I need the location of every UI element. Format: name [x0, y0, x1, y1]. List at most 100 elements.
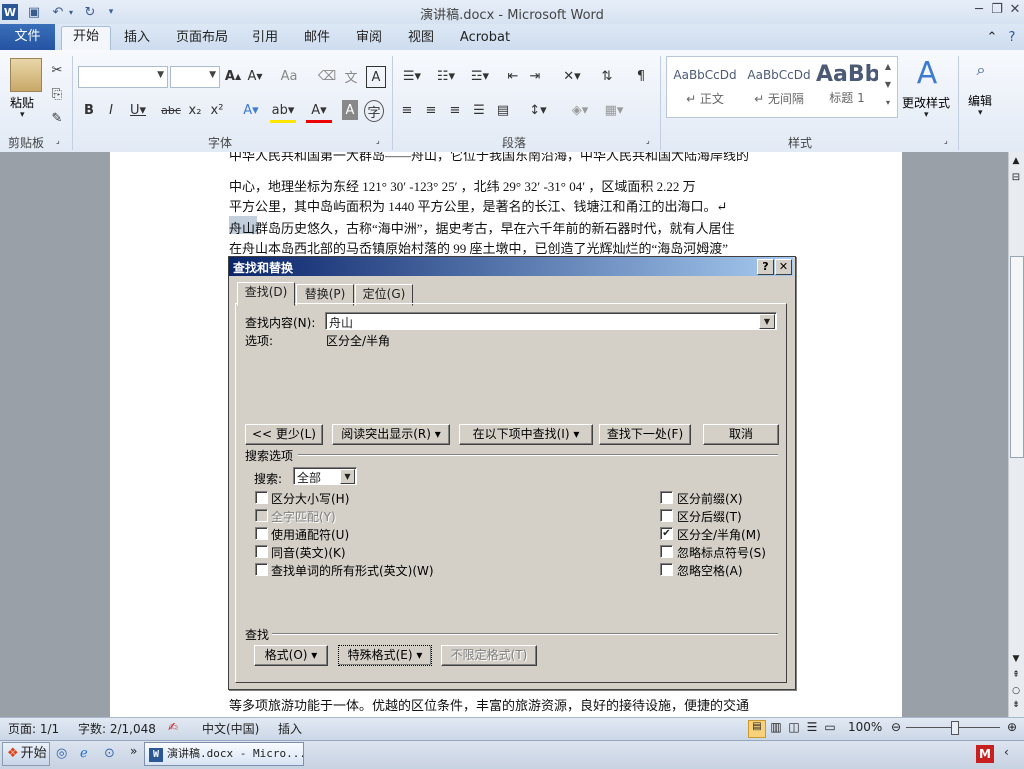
- collapse-ribbon-icon[interactable]: ⌃: [984, 28, 1000, 50]
- dialog-close-button[interactable]: ✕: [775, 259, 792, 275]
- justify-icon[interactable]: ☰: [470, 100, 488, 120]
- proofing-icon[interactable]: ✍: [168, 720, 186, 736]
- help-icon[interactable]: ?: [1004, 28, 1020, 50]
- highlight-icon[interactable]: ab▾: [270, 100, 296, 123]
- chevron-down-icon[interactable]: ▼: [340, 469, 355, 484]
- increase-indent-icon[interactable]: ⇥: [526, 66, 544, 86]
- decrease-indent-icon[interactable]: ⇤: [504, 66, 522, 86]
- search-direction-select[interactable]: 全部 ▼: [293, 467, 357, 485]
- enclose-char-icon[interactable]: 字: [364, 100, 384, 122]
- strikethrough-icon[interactable]: abc: [160, 100, 182, 120]
- next-page-icon[interactable]: ⇟: [1010, 700, 1022, 710]
- change-styles-dropdown-icon[interactable]: ▾: [924, 110, 929, 120]
- scroll-thumb[interactable]: [1010, 256, 1024, 458]
- close-window-icon[interactable]: ✕: [1006, 2, 1024, 20]
- shrink-font-icon[interactable]: A ▼: [246, 66, 264, 86]
- minimize-icon[interactable]: ─: [970, 2, 988, 20]
- match-width-label[interactable]: 区分全/半角(M): [677, 526, 761, 543]
- scroll-down-icon[interactable]: ▼: [1010, 654, 1022, 664]
- reading-highlight-button[interactable]: 阅读突出显示(R) ▾: [332, 424, 450, 445]
- zoom-out-icon[interactable]: ⊖: [888, 720, 904, 736]
- find-in-button[interactable]: 在以下项中查找(I) ▾: [459, 424, 593, 445]
- word-count[interactable]: 字数: 2/1,048: [78, 720, 156, 736]
- redo-icon[interactable]: ↻: [82, 3, 98, 21]
- less-button[interactable]: << 更少(L): [245, 424, 323, 445]
- sounds-like-label[interactable]: 同音(英文)(K): [271, 544, 346, 561]
- tab-home[interactable]: 开始: [61, 26, 111, 52]
- bullets-icon[interactable]: ☰▾: [398, 66, 426, 86]
- ruler-toggle-icon[interactable]: ⊟: [1010, 172, 1022, 184]
- start-button[interactable]: ❖ 开始: [2, 742, 50, 766]
- browser-icon[interactable]: ℯ: [80, 746, 96, 762]
- ignore-punctuation-checkbox[interactable]: [660, 545, 673, 558]
- find-what-input[interactable]: 舟山 ▼: [325, 312, 777, 330]
- edit-label[interactable]: 编辑: [968, 92, 992, 109]
- underline-icon[interactable]: U▾: [126, 100, 150, 120]
- save-icon[interactable]: ▣: [26, 3, 42, 21]
- change-styles-label[interactable]: 更改样式: [902, 94, 950, 111]
- distributed-icon[interactable]: ▤: [494, 100, 512, 120]
- char-shading-icon[interactable]: A: [342, 100, 358, 120]
- match-prefix-label[interactable]: 区分前缀(X): [677, 490, 743, 507]
- tray-app-icon[interactable]: M: [976, 745, 994, 763]
- language-indicator[interactable]: 中文(中国): [202, 720, 259, 736]
- taskbar-word-item[interactable]: W 演讲稿.docx - Micro...: [144, 742, 304, 766]
- text-effect-icon[interactable]: A▾: [238, 100, 264, 120]
- line-spacing-icon[interactable]: ↕▾: [524, 100, 552, 120]
- prev-page-icon[interactable]: ⇞: [1010, 670, 1022, 680]
- paste-dropdown-icon[interactable]: ▾: [20, 110, 25, 120]
- customize-qat-icon[interactable]: ▾: [104, 3, 118, 21]
- copy-icon[interactable]: ⎘: [48, 84, 66, 104]
- edit-dropdown-icon[interactable]: ▾: [978, 108, 983, 118]
- tray-expand-icon[interactable]: ‹: [1004, 745, 1020, 759]
- tab-page-layout[interactable]: 页面布局: [170, 28, 234, 50]
- clipboard-launcher-icon[interactable]: ⌟: [56, 136, 60, 145]
- match-suffix-label[interactable]: 区分后缀(T): [677, 508, 742, 525]
- superscript-icon[interactable]: x²: [208, 100, 226, 120]
- ignore-space-checkbox[interactable]: [660, 563, 673, 576]
- word-app-icon[interactable]: W: [2, 4, 18, 20]
- paste-icon[interactable]: [10, 58, 42, 92]
- scroll-up-icon[interactable]: ▲: [1010, 156, 1022, 168]
- match-prefix-checkbox[interactable]: [660, 491, 673, 504]
- subscript-icon[interactable]: x₂: [186, 100, 204, 120]
- sounds-like-checkbox[interactable]: [255, 545, 268, 558]
- font-size-combo[interactable]: ▼: [170, 66, 220, 88]
- format-painter-icon[interactable]: ✎: [48, 108, 66, 128]
- cut-icon[interactable]: ✂: [48, 60, 66, 80]
- style-scroll-icon[interactable]: ▲ ▼ ▾: [882, 58, 894, 114]
- tab-mailings[interactable]: 邮件: [298, 28, 336, 50]
- paste-label[interactable]: 粘贴: [10, 94, 34, 111]
- font-name-combo[interactable]: ▼: [78, 66, 168, 88]
- align-center-icon[interactable]: ≡: [422, 100, 440, 120]
- font-launcher-icon[interactable]: ⌟: [376, 136, 380, 145]
- find-binoculars-icon[interactable]: ⌕: [970, 60, 992, 80]
- find-history-dropdown-icon[interactable]: ▼: [759, 314, 775, 329]
- tab-acrobat[interactable]: Acrobat: [455, 28, 515, 50]
- bold-icon[interactable]: B: [82, 100, 96, 120]
- align-right-icon[interactable]: ≡: [446, 100, 464, 120]
- insert-mode[interactable]: 插入: [278, 720, 302, 736]
- shading-icon[interactable]: ◈▾: [566, 100, 594, 120]
- tab-view[interactable]: 视图: [402, 28, 440, 50]
- match-width-checkbox[interactable]: ✔: [660, 527, 673, 540]
- phonetic-guide-icon[interactable]: 文: [342, 66, 360, 86]
- wildcards-label[interactable]: 使用通配符(U): [271, 526, 349, 543]
- styles-launcher-icon[interactable]: ⌟: [944, 136, 948, 145]
- ignore-punctuation-label[interactable]: 忽略标点符号(S): [677, 544, 766, 561]
- word-forms-checkbox[interactable]: [255, 563, 268, 576]
- style-normal[interactable]: AaBbCcDd ↵ 正文: [668, 58, 742, 114]
- clear-format-icon[interactable]: ⌫: [318, 66, 336, 86]
- tab-references[interactable]: 引用: [246, 28, 284, 50]
- format-button[interactable]: 格式(O) ▾: [254, 645, 328, 666]
- match-suffix-checkbox[interactable]: [660, 509, 673, 522]
- wildcards-checkbox[interactable]: [255, 527, 268, 540]
- outline-icon[interactable]: ☰: [804, 720, 820, 736]
- style-heading-1[interactable]: AaBb 标题 1: [816, 58, 878, 114]
- zoom-slider-thumb[interactable]: [951, 721, 959, 735]
- paragraph-launcher-icon[interactable]: ⌟: [646, 136, 650, 145]
- app-launcher-icon[interactable]: ⊙: [104, 746, 120, 762]
- font-color-icon[interactable]: A▾: [306, 100, 332, 123]
- tab-file[interactable]: 文件: [0, 24, 55, 50]
- show-marks-icon[interactable]: ¶: [632, 66, 650, 86]
